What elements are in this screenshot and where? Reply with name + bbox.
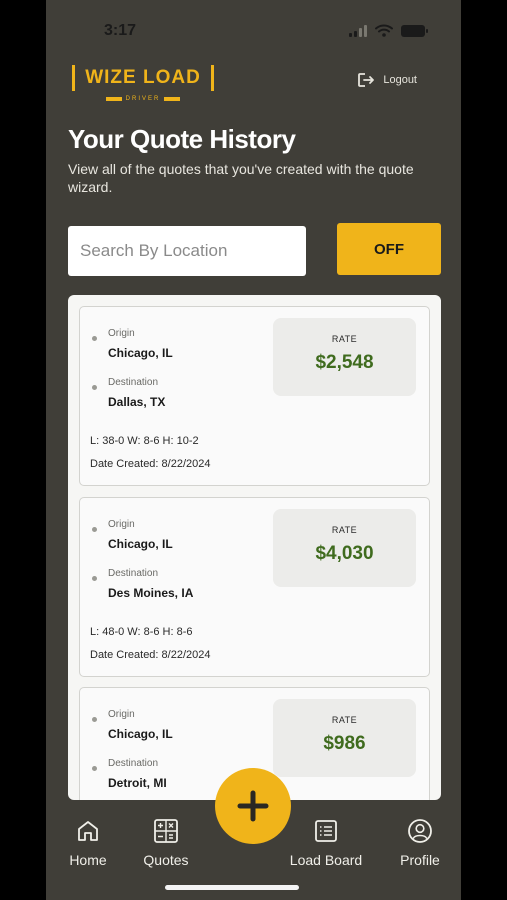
status-icons (349, 24, 428, 37)
list-icon (315, 820, 337, 842)
bullet-icon (92, 527, 97, 532)
logo-subtitle: DRIVER (106, 96, 181, 102)
bullet-icon (92, 576, 97, 581)
load-dimensions: L: 38-0 W: 8-6 H: 10-2 (90, 435, 199, 447)
home-icon (78, 821, 98, 841)
bullet-icon (92, 385, 97, 390)
origin-label: Origin (108, 709, 135, 720)
rate-value: $4,030 (315, 543, 374, 564)
home-indicator (165, 885, 299, 890)
logo-frame: WIZE LOAD (72, 65, 214, 91)
quote-card[interactable]: Origin Chicago, IL Destination Dallas, T… (79, 306, 430, 486)
filter-toggle-button[interactable]: OFF (337, 223, 441, 275)
quote-list[interactable]: Origin Chicago, IL Destination Dallas, T… (68, 295, 441, 800)
rate-label: RATE (331, 525, 358, 535)
rate-box: RATE $2,548 (273, 318, 416, 396)
wifi-icon (375, 24, 393, 37)
quote-card[interactable]: Origin Chicago, IL Destination Des Moine… (79, 497, 430, 677)
profile-icon (408, 819, 432, 843)
rate-box: RATE $986 (273, 699, 416, 777)
load-dimensions: L: 48-0 W: 8-6 H: 8-6 (90, 626, 193, 638)
app-screen: 3:17 WIZE LOAD DRIVER Logout Your Quote … (46, 0, 461, 900)
date-created: Date Created: 8/22/2024 (90, 458, 211, 470)
logout-button[interactable]: Logout (357, 72, 417, 88)
origin-label: Origin (108, 519, 135, 530)
nav-profile-label: Profile (400, 852, 440, 868)
signal-icon (349, 24, 367, 37)
origin-value: Chicago, IL (108, 727, 173, 741)
destination-label: Destination (108, 758, 159, 769)
origin-label: Origin (108, 328, 135, 339)
plus-icon (237, 790, 269, 822)
nav-quotes[interactable]: Quotes (126, 818, 206, 868)
bullet-icon (92, 766, 97, 771)
add-quote-button[interactable] (215, 768, 291, 844)
nav-load-board-label: Load Board (289, 852, 363, 868)
rate-value: $986 (323, 733, 366, 754)
search-location-input[interactable] (68, 226, 306, 276)
destination-label: Destination (108, 568, 159, 579)
status-bar: 3:17 (46, 18, 461, 48)
battery-icon (401, 24, 428, 37)
wize-load-logo: WIZE LOAD DRIVER (72, 65, 214, 109)
destination-value: Des Moines, IA (108, 586, 194, 600)
rate-label: RATE (331, 334, 358, 344)
nav-home[interactable]: Home (48, 818, 128, 868)
nav-quotes-label: Quotes (143, 852, 189, 868)
origin-value: Chicago, IL (108, 537, 173, 551)
rate-value: $2,548 (315, 352, 374, 373)
page-description: View all of the quotes that you've creat… (68, 161, 414, 195)
logout-label: Logout (383, 74, 417, 86)
calculator-icon (154, 819, 178, 843)
rate-box: RATE $4,030 (273, 509, 416, 587)
bullet-icon (92, 336, 97, 341)
nav-home-label: Home (69, 852, 107, 868)
nav-load-board[interactable]: Load Board (286, 818, 366, 868)
rate-label: RATE (331, 715, 358, 725)
logo-text: WIZE LOAD (85, 67, 201, 88)
destination-value: Dallas, TX (108, 395, 166, 409)
logout-icon (358, 73, 375, 87)
destination-value: Detroit, MI (108, 776, 167, 790)
logo-subtitle-text: DRIVER (125, 96, 161, 102)
destination-label: Destination (108, 377, 159, 388)
origin-value: Chicago, IL (108, 346, 173, 360)
status-time: 3:17 (104, 22, 137, 39)
page-title: Your Quote History (68, 124, 296, 154)
nav-profile[interactable]: Profile (380, 818, 460, 868)
date-created: Date Created: 8/22/2024 (90, 649, 211, 661)
bullet-icon (92, 717, 97, 722)
